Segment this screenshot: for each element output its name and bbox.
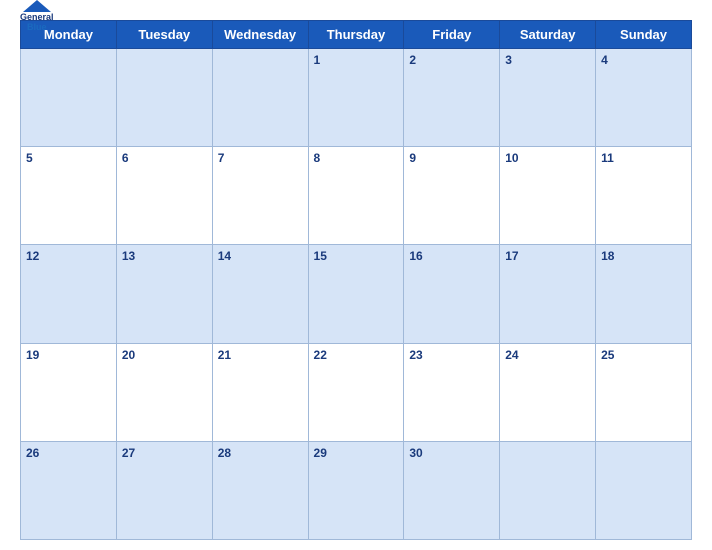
calendar-day-26: 26 — [21, 441, 117, 539]
weekday-header-saturday: Saturday — [500, 21, 596, 49]
calendar-table: MondayTuesdayWednesdayThursdayFridaySatu… — [20, 20, 692, 540]
day-number: 1 — [314, 53, 321, 67]
calendar-day-11: 11 — [596, 147, 692, 245]
calendar-day-14: 14 — [212, 245, 308, 343]
day-number: 18 — [601, 249, 614, 263]
calendar-week-row: 26 27 28 29 30 — [21, 441, 692, 539]
day-number: 17 — [505, 249, 518, 263]
day-number: 2 — [409, 53, 416, 67]
calendar-empty-cell — [596, 441, 692, 539]
day-number: 3 — [505, 53, 512, 67]
day-number: 13 — [122, 249, 135, 263]
logo-triangle-icon — [23, 0, 51, 12]
day-number: 8 — [314, 151, 321, 165]
calendar-day-7: 7 — [212, 147, 308, 245]
calendar-day-4: 4 — [596, 49, 692, 147]
day-number: 7 — [218, 151, 225, 165]
calendar-day-20: 20 — [116, 343, 212, 441]
day-number: 24 — [505, 348, 518, 362]
day-number: 11 — [601, 151, 614, 165]
calendar-day-21: 21 — [212, 343, 308, 441]
day-number: 29 — [314, 446, 327, 460]
weekday-header-row: MondayTuesdayWednesdayThursdayFridaySatu… — [21, 21, 692, 49]
logo-blue-text: Blue — [27, 23, 47, 33]
weekday-header-sunday: Sunday — [596, 21, 692, 49]
day-number: 5 — [26, 151, 33, 165]
generalblue-logo: General Blue — [20, 0, 54, 32]
calendar-empty-cell — [500, 441, 596, 539]
calendar-week-row: 12 13 14 15 16 17 18 — [21, 245, 692, 343]
day-number: 9 — [409, 151, 416, 165]
day-number: 16 — [409, 249, 422, 263]
day-number: 21 — [218, 348, 231, 362]
calendar-day-28: 28 — [212, 441, 308, 539]
calendar-day-15: 15 — [308, 245, 404, 343]
weekday-header-tuesday: Tuesday — [116, 21, 212, 49]
calendar-day-5: 5 — [21, 147, 117, 245]
calendar-day-25: 25 — [596, 343, 692, 441]
day-number: 15 — [314, 249, 327, 263]
calendar-day-22: 22 — [308, 343, 404, 441]
calendar-day-12: 12 — [21, 245, 117, 343]
calendar-day-6: 6 — [116, 147, 212, 245]
weekday-header-wednesday: Wednesday — [212, 21, 308, 49]
day-number: 27 — [122, 446, 135, 460]
calendar-day-13: 13 — [116, 245, 212, 343]
calendar-day-17: 17 — [500, 245, 596, 343]
day-number: 6 — [122, 151, 129, 165]
day-number: 10 — [505, 151, 518, 165]
day-number: 28 — [218, 446, 231, 460]
calendar-empty-cell — [116, 49, 212, 147]
calendar-day-10: 10 — [500, 147, 596, 245]
calendar-day-9: 9 — [404, 147, 500, 245]
day-number: 14 — [218, 249, 231, 263]
calendar-day-19: 19 — [21, 343, 117, 441]
calendar-week-row: 19 20 21 22 23 24 25 — [21, 343, 692, 441]
day-number: 22 — [314, 348, 327, 362]
calendar-week-row: 1 2 3 4 — [21, 49, 692, 147]
calendar-day-3: 3 — [500, 49, 596, 147]
calendar-day-18: 18 — [596, 245, 692, 343]
day-number: 20 — [122, 348, 135, 362]
day-number: 4 — [601, 53, 608, 67]
day-number: 12 — [26, 249, 39, 263]
calendar-day-23: 23 — [404, 343, 500, 441]
calendar-day-8: 8 — [308, 147, 404, 245]
day-number: 26 — [26, 446, 39, 460]
day-number: 30 — [409, 446, 422, 460]
day-number: 19 — [26, 348, 39, 362]
calendar-day-24: 24 — [500, 343, 596, 441]
calendar-day-29: 29 — [308, 441, 404, 539]
calendar-day-2: 2 — [404, 49, 500, 147]
calendar-day-27: 27 — [116, 441, 212, 539]
calendar-empty-cell — [212, 49, 308, 147]
weekday-header-thursday: Thursday — [308, 21, 404, 49]
calendar-empty-cell — [21, 49, 117, 147]
calendar-week-row: 5 6 7 8 9 10 11 — [21, 147, 692, 245]
day-number: 23 — [409, 348, 422, 362]
weekday-header-friday: Friday — [404, 21, 500, 49]
calendar-day-30: 30 — [404, 441, 500, 539]
day-number: 25 — [601, 348, 614, 362]
calendar-day-1: 1 — [308, 49, 404, 147]
calendar-day-16: 16 — [404, 245, 500, 343]
